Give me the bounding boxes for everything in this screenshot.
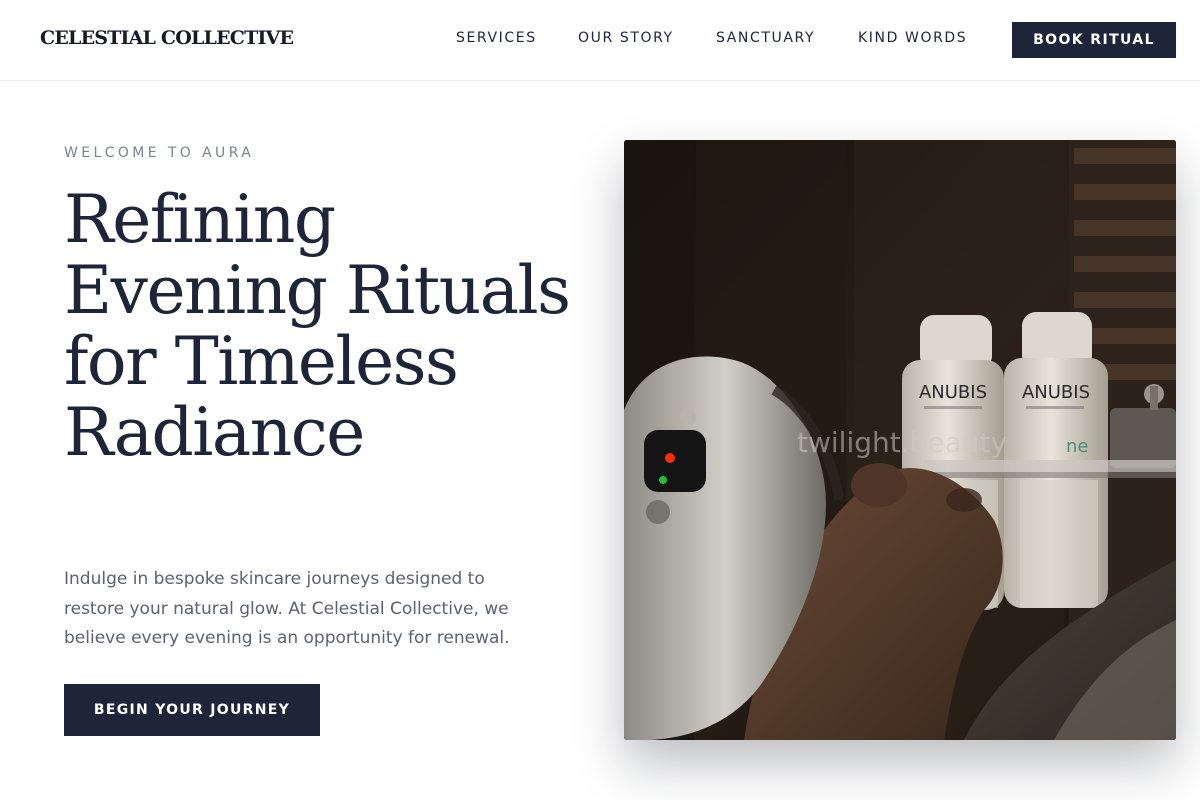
book-ritual-button[interactable]: BOOK RITUAL: [1012, 22, 1176, 58]
hero-eyebrow: WELCOME TO AURA: [64, 145, 255, 161]
shelf-tag-text: ne: [1066, 436, 1088, 457]
bottle-brand-label-left: ANUBIS: [919, 382, 987, 403]
hero-headline: Refining Evening Rituals for Timeless Ra…: [64, 181, 571, 471]
hero-intro-text: Indulge in bespoke skincare journeys des…: [64, 569, 510, 648]
spa-treatment-photo: ANUBIS ANUBIS ne twilight.beauty: [624, 140, 1176, 740]
nav-link-kind-words[interactable]: KIND WORDS: [858, 30, 967, 46]
bottle-brand-label-right: ANUBIS: [1022, 382, 1090, 403]
top-nav: Celestial Collective SERVICES OUR STORY …: [0, 0, 1200, 81]
begin-journey-button[interactable]: BEGIN YOUR JOURNEY: [64, 684, 320, 736]
nav-link-services[interactable]: SERVICES: [456, 30, 537, 46]
nav-link-sanctuary[interactable]: SANCTUARY: [716, 30, 815, 46]
nav-link-our-story[interactable]: OUR STORY: [578, 30, 674, 46]
hero-photo: ANUBIS ANUBIS ne twilight.beauty: [624, 140, 1176, 740]
photo-watermark: twilight.beauty: [797, 426, 1007, 459]
brand-logo[interactable]: Celestial Collective: [40, 27, 294, 49]
